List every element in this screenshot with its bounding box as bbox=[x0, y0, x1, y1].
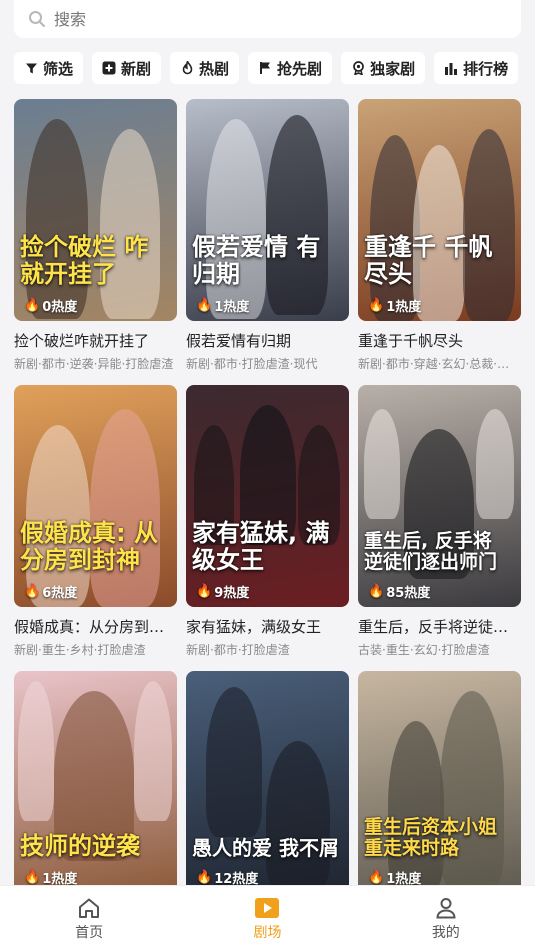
drama-card[interactable]: 重逢千 千帆尽头 🔥1热度 重逢于千帆尽头 新剧·都市·穿越·玄幻·总裁·打脸虐… bbox=[358, 99, 521, 372]
flame-icon: 🔥 bbox=[368, 870, 385, 885]
heat-badge: 🔥 1热度 bbox=[368, 298, 422, 315]
filter-chip-screen[interactable]: 筛选 bbox=[14, 52, 84, 84]
drama-card[interactable]: 家有猛妹, 满级女王 🔥 9热度 家有猛妹，满级女王 新剧·都市·打脸虐渣 bbox=[186, 385, 349, 658]
search-input[interactable] bbox=[54, 9, 454, 29]
drama-title[interactable]: 捡个破烂咋就开挂了 bbox=[14, 330, 177, 351]
poster-title-art: 技师的逆袭 bbox=[20, 831, 140, 860]
profile-icon bbox=[435, 896, 457, 920]
heat-badge: 🔥 0热度 bbox=[24, 298, 78, 315]
tab-label: 首页 bbox=[75, 925, 104, 941]
drama-card[interactable]: 捡个破烂 咋就开挂了 🔥 0热度 捡个破烂咋就开挂了 新剧·都市·逆袭·异能·打脸… bbox=[14, 99, 177, 372]
filter-chip-row: 筛选 新剧 热剧 抢先剧 独家剧 排行榜 bbox=[14, 52, 535, 84]
drama-card[interactable]: 假婚成真: 从分房到封神 🔥 6热度 假婚成真：从分房到封神 新剧·重生·乡村·打… bbox=[14, 385, 177, 658]
drama-poster[interactable]: 技师的逆袭 🔥 1热度 bbox=[14, 671, 177, 893]
filter-chip-label: 筛选 bbox=[43, 59, 74, 78]
flame-icon: 🔥 bbox=[196, 584, 213, 599]
poster-title-art: 重逢千 千帆尽头 bbox=[364, 233, 493, 288]
drama-tags: 新剧·都市·打脸虐渣·现代 bbox=[186, 357, 318, 371]
tab-profile[interactable]: 我的 bbox=[357, 886, 535, 951]
drama-poster[interactable]: 假若爱情 有归期 🔥 1热度 bbox=[186, 99, 349, 321]
heat-badge: 🔥 1热度 bbox=[196, 298, 250, 315]
plus-box-icon bbox=[102, 61, 116, 75]
poster-title-art: 重生后, 反手将 逆徒们逐出师门 bbox=[364, 530, 498, 574]
poster-title-art: 捡个破烂 咋就开挂了 bbox=[20, 233, 149, 288]
filter-chip-exclusive[interactable]: 独家剧 bbox=[341, 52, 426, 84]
bar-chart-icon bbox=[444, 61, 458, 75]
poster-title-art: 重生后资本小姐 重走来时路 bbox=[364, 816, 498, 860]
drama-tags: 古装·重生·玄幻·打脸虐渣 bbox=[358, 643, 490, 657]
drama-poster[interactable]: 假婚成真: 从分房到封神 🔥 6热度 bbox=[14, 385, 177, 607]
tab-label: 剧场 bbox=[253, 925, 282, 941]
flag-icon bbox=[258, 61, 272, 75]
flame-icon: 🔥 bbox=[368, 298, 385, 313]
poster-title-art: 假婚成真: 从分房到封神 bbox=[20, 519, 158, 574]
flame-icon: 🔥 bbox=[24, 870, 41, 885]
flame-icon: 🔥 bbox=[196, 870, 213, 885]
funnel-icon bbox=[24, 61, 38, 75]
drama-poster[interactable]: 重逢千 千帆尽头 🔥 1热度 bbox=[358, 99, 521, 321]
drama-poster[interactable]: 愚人的爱 我不屑 🔥 12热度 bbox=[186, 671, 349, 893]
flame-icon: 🔥 bbox=[368, 584, 385, 599]
drama-tags: 新剧·都市·打脸虐渣 bbox=[186, 643, 290, 657]
heat-badge: 🔥 85热度 bbox=[368, 584, 431, 601]
drama-poster[interactable]: 重生后, 反手将 逆徒们逐出师门 🔥 85热度 bbox=[358, 385, 521, 607]
filter-chip-label: 抢先剧 bbox=[277, 59, 323, 78]
filter-chip-new[interactable]: 新剧 bbox=[92, 52, 162, 84]
filter-chip-early[interactable]: 抢先剧 bbox=[248, 52, 333, 84]
search-bar[interactable] bbox=[14, 0, 521, 38]
tab-label: 我的 bbox=[431, 925, 460, 941]
filter-chip-hot[interactable]: 热剧 bbox=[170, 52, 240, 84]
heat-badge: 🔥 9热度 bbox=[196, 584, 250, 601]
drama-card[interactable]: 假若爱情 有归期 🔥 1热度 假若爱情有归期 新剧·都市·打脸虐渣·现代 bbox=[186, 99, 349, 372]
tab-home[interactable]: 首页 bbox=[0, 886, 178, 951]
drama-tags: 新剧·都市·逆袭·异能·打脸虐渣 bbox=[14, 357, 174, 371]
search-icon bbox=[28, 10, 46, 28]
drama-card[interactable]: 技师的逆袭 🔥 1热度 bbox=[14, 671, 177, 893]
filter-chip-label: 新剧 bbox=[121, 59, 152, 78]
bottom-tab-bar: 首页 剧场 我的 bbox=[0, 885, 535, 951]
filter-chip-label: 独家剧 bbox=[370, 59, 416, 78]
poster-title-art: 假若爱情 有归期 bbox=[192, 233, 321, 288]
drama-poster[interactable]: 家有猛妹, 满级女王 🔥 9热度 bbox=[186, 385, 349, 607]
drama-title[interactable]: 重逢于千帆尽头 bbox=[358, 330, 521, 351]
drama-tags: 新剧·重生·乡村·打脸虐渣 bbox=[14, 643, 146, 657]
flame-icon: 🔥 bbox=[24, 298, 41, 313]
flame-icon bbox=[180, 61, 194, 75]
tab-theater[interactable]: 剧场 bbox=[178, 886, 356, 951]
home-icon bbox=[77, 896, 101, 920]
flame-icon: 🔥 bbox=[196, 298, 213, 313]
drama-title[interactable]: 假婚成真：从分房到封神 bbox=[14, 616, 177, 637]
drama-title[interactable]: 假若爱情有归期 bbox=[186, 330, 349, 351]
badge-icon bbox=[351, 61, 365, 75]
flame-icon: 🔥 bbox=[24, 584, 41, 599]
filter-chip-label: 热剧 bbox=[199, 59, 230, 78]
filter-chip-ranking[interactable]: 排行榜 bbox=[434, 52, 519, 84]
drama-tags: 新剧·都市·穿越·玄幻·总裁·打脸虐渣 bbox=[358, 357, 521, 371]
drama-poster[interactable]: 捡个破烂 咋就开挂了 🔥 0热度 bbox=[14, 99, 177, 321]
drama-card[interactable]: 愚人的爱 我不屑 🔥 12热度 bbox=[186, 671, 349, 893]
poster-title-art: 家有猛妹, 满级女王 bbox=[192, 519, 330, 574]
drama-card[interactable]: 重生后资本小姐 重走来时路 🔥 1热度 bbox=[358, 671, 521, 893]
drama-poster[interactable]: 重生后资本小姐 重走来时路 🔥 1热度 bbox=[358, 671, 521, 893]
drama-title[interactable]: 家有猛妹，满级女王 bbox=[186, 616, 349, 637]
filter-chip-label: 排行榜 bbox=[463, 59, 509, 78]
play-icon bbox=[254, 896, 280, 920]
drama-title[interactable]: 重生后，反手将逆徒们逐出师门 bbox=[358, 616, 521, 637]
heat-badge: 🔥 6热度 bbox=[24, 584, 78, 601]
poster-title-art: 愚人的爱 我不屑 bbox=[192, 836, 339, 860]
drama-card[interactable]: 重生后, 反手将 逆徒们逐出师门 🔥85热度 重生后，反手将逆徒们逐出师门 古装… bbox=[358, 385, 521, 658]
